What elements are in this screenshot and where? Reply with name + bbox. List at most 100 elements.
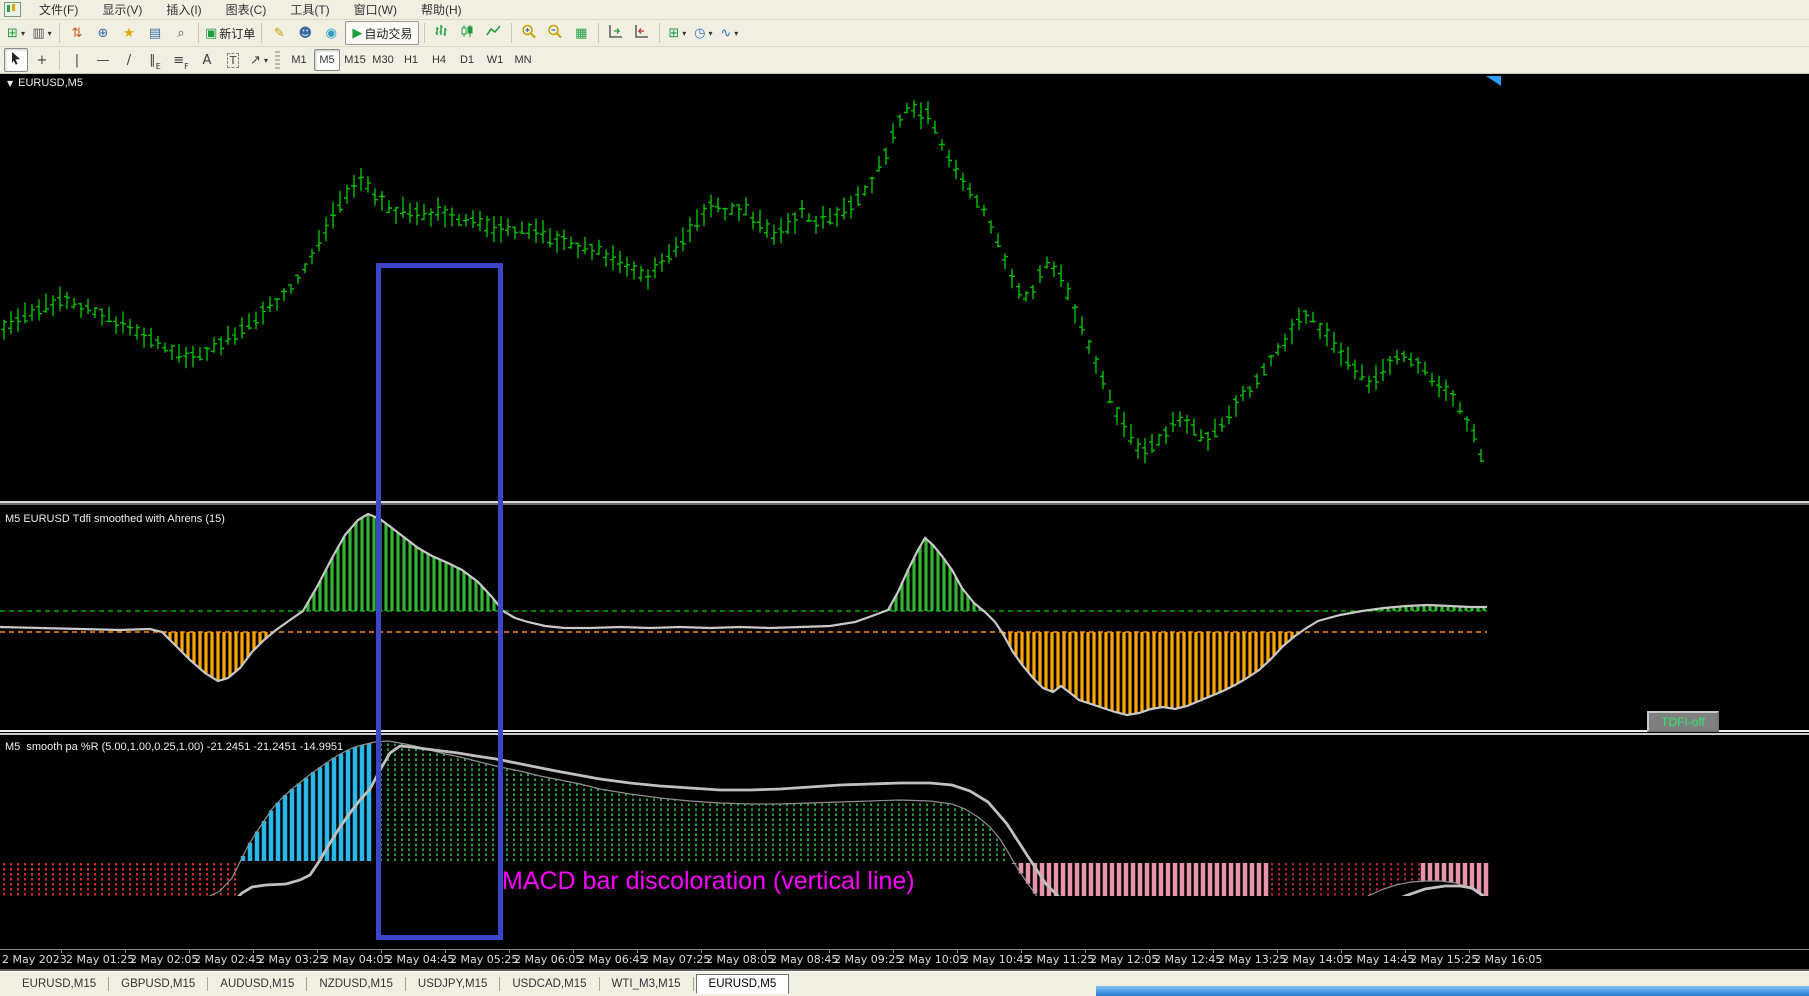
tab-nzdusd-m15[interactable]: NZDUSD,M15 (309, 974, 402, 994)
pane-separator-1[interactable] (0, 501, 1809, 508)
time-axis-label: 2 May 08:05 (706, 953, 775, 966)
menu-item-help[interactable]: 帮助(H) (409, 0, 474, 19)
tab-eurusd-m15[interactable]: EURUSD,M15 (12, 974, 106, 994)
auto-trading-button[interactable]: ▶ 自动交易 (345, 21, 420, 45)
tab-separator (207, 976, 209, 991)
chart-shift-button[interactable] (630, 21, 654, 45)
tab-usdcad-m15[interactable]: USDCAD,M15 (502, 974, 596, 994)
horizontal-line-tool-button[interactable]: — (91, 48, 115, 72)
menu-item-file[interactable]: 文件(F) (27, 0, 90, 19)
templates-button[interactable]: ⊞ ▾ (665, 21, 689, 45)
timeframe-m15[interactable]: M15 (342, 49, 368, 71)
tab-eurusd-m5[interactable]: EURUSD,M5 (695, 973, 790, 994)
experts-button[interactable]: ☻ (293, 21, 317, 45)
time-axis-label: 2 May 04:45 (386, 953, 455, 966)
zoom-in-button[interactable] (517, 21, 541, 45)
market-watch-button[interactable]: ⇅ (65, 21, 89, 45)
new-order-button[interactable]: ▣ 新订单 (204, 21, 256, 45)
cursor-tool-button[interactable] (4, 48, 28, 72)
tab-separator (598, 976, 600, 991)
trendline-tool-button[interactable]: / (117, 48, 141, 72)
toolbar-separator (261, 23, 263, 43)
channel-tool-button[interactable]: ∥ E (143, 48, 167, 72)
tab-gbpusd-m15[interactable]: GBPUSD,M15 (111, 974, 205, 994)
toolbar-separator (659, 23, 661, 43)
data-window-button[interactable]: ⊕ (91, 21, 115, 45)
macd-annotation-text[interactable]: MACD bar discoloration (vertical line) (502, 867, 915, 896)
periods-button[interactable]: ◷ ▾ (691, 21, 715, 45)
strategy-tester-button[interactable]: ⌕ (169, 21, 193, 45)
text-tool-button[interactable]: A (195, 48, 219, 72)
scroll-to-end-icon[interactable] (1486, 76, 1501, 86)
time-axis-label: 2 May 14:45 (1346, 953, 1415, 966)
tdfi-off-button[interactable]: TDFI-off (1647, 711, 1719, 732)
metaeditor-icon: ✎ (273, 25, 285, 41)
tab-wti-m3-m15[interactable]: WTI_M3,M15 (602, 974, 691, 994)
timeframe-w1[interactable]: W1 (482, 49, 508, 71)
time-axis[interactable]: 2 May 2023 2 May 01:25 2 May 02:05 2 May 02… (0, 950, 1809, 970)
time-tick (1277, 950, 1278, 953)
shapes-tool-button[interactable]: ↗ ▾ (247, 48, 271, 72)
vertical-line-tool-button[interactable]: | (65, 48, 89, 72)
indicators-button[interactable]: ∿ ▾ (717, 21, 741, 45)
toolbar-separator (511, 23, 513, 43)
terminal-button[interactable]: ▤ (143, 21, 167, 45)
text-label-tool-button[interactable]: T (221, 48, 245, 72)
chevron-down-icon: ▾ (682, 28, 687, 38)
crosshair-tool-button[interactable]: + (30, 48, 54, 72)
chart-bars-icon (434, 24, 450, 42)
data-window-icon: ⊕ (97, 25, 109, 41)
indicators-icon: ∿ (720, 25, 732, 41)
chart-line-button[interactable] (482, 21, 506, 45)
chevron-down-icon: ▼ (7, 79, 14, 88)
time-tick (573, 950, 574, 953)
time-axis-label: 2 May 09:25 (834, 953, 903, 966)
signals-icon: ◉ (325, 25, 337, 41)
menu-item-view[interactable]: 显示(V) (90, 0, 154, 19)
timeframe-h4[interactable]: H4 (426, 49, 452, 71)
toolbar-separator (59, 50, 60, 70)
auto-trading-icon: ▶ (352, 25, 363, 41)
timeframe-m5[interactable]: M5 (314, 49, 340, 71)
new-chart-button[interactable]: ⊞ ▾ (4, 21, 28, 45)
zoom-out-button[interactable] (543, 21, 567, 45)
menu-item-window[interactable]: 窗口(W) (342, 0, 409, 19)
auto-trading-label: 自动交易 (364, 26, 413, 41)
profiles-button[interactable]: ▥ ▾ (30, 21, 54, 45)
time-axis-label: 2 May 14:05 (1282, 953, 1351, 966)
timeframe-d1[interactable]: D1 (454, 49, 480, 71)
tab-audusd-m15[interactable]: AUDUSD,M15 (210, 974, 304, 994)
tab-usdjpy-m15[interactable]: USDJPY,M15 (408, 974, 497, 994)
tab-separator (108, 976, 110, 991)
vertical-line-icon: | (74, 52, 80, 68)
metaeditor-button[interactable]: ✎ (267, 21, 291, 45)
menu-item-charts[interactable]: 图表(C) (214, 0, 279, 19)
highlight-rectangle[interactable] (376, 263, 503, 940)
chart-bars-button[interactable] (430, 21, 454, 45)
timeframe-m30[interactable]: M30 (370, 49, 396, 71)
tile-windows-button[interactable]: ▦ (569, 21, 593, 45)
toolbar-separator (424, 23, 426, 43)
signals-button[interactable]: ◉ (319, 21, 343, 45)
chart-window: ▼ EURUSD,M5 M5 EURUSD Tdfi smoothed with … (0, 74, 1809, 996)
pane-separator-2[interactable] (0, 730, 1809, 737)
timeframe-m1[interactable]: M1 (286, 49, 312, 71)
auto-scroll-button[interactable] (604, 21, 628, 45)
time-axis-label: 2 May 06:45 (578, 953, 647, 966)
tdfi-indicator-label: M5 EURUSD Tdfi smoothed with Ahrens (15) (5, 513, 225, 525)
time-axis-label: 2 May 16:05 (1474, 953, 1543, 966)
cursor-icon (9, 51, 23, 70)
menu-item-insert[interactable]: 插入(I) (154, 0, 213, 19)
menu-item-tools[interactable]: 工具(T) (278, 0, 341, 19)
timeframe-h1[interactable]: H1 (398, 49, 424, 71)
chart-symbol-label[interactable]: ▼ EURUSD,M5 (7, 77, 83, 89)
chart-canvas (0, 99, 1489, 896)
navigator-button[interactable]: ★ (117, 21, 141, 45)
shapes-icon: ↗ (250, 52, 261, 68)
new-order-label: 新订单 (219, 26, 256, 41)
time-tick (957, 950, 958, 953)
chart-candles-button[interactable] (456, 21, 480, 45)
fibonacci-tool-button[interactable]: ≡ F (169, 48, 193, 72)
time-tick (509, 950, 510, 953)
timeframe-mn[interactable]: MN (510, 49, 536, 71)
